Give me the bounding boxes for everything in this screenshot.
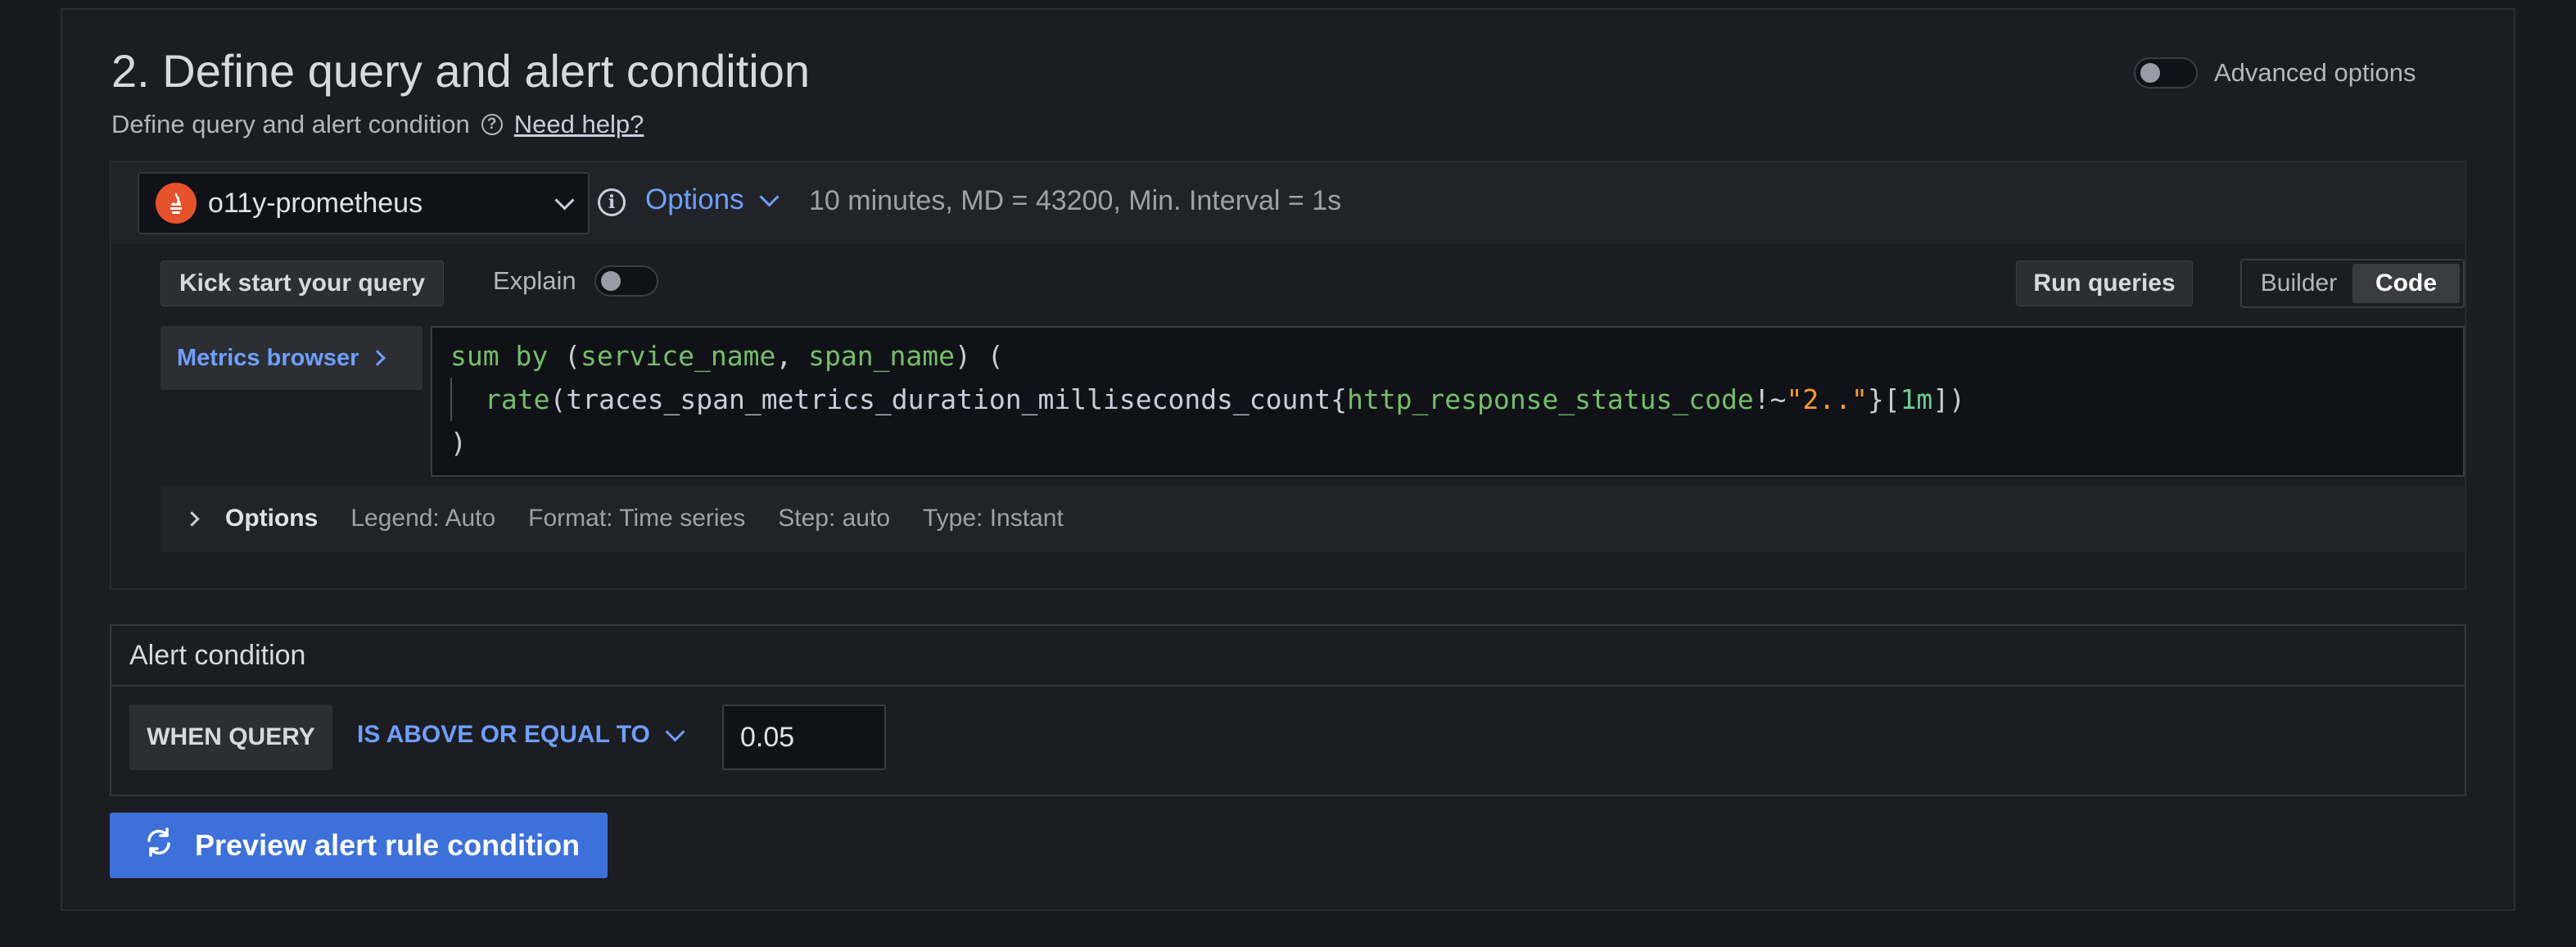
prometheus-icon xyxy=(156,183,197,224)
code-line-2: rate(traces_span_metrics_duration_millis… xyxy=(450,378,2463,421)
metrics-browser-label: Metrics browser xyxy=(177,344,359,371)
preview-button-label: Preview alert rule condition xyxy=(195,828,581,862)
run-queries-button[interactable]: Run queries xyxy=(2016,261,2193,306)
editor-mode-toggle[interactable]: Builder Code xyxy=(2240,259,2465,308)
query-options-summary: 10 minutes, MD = 43200, Min. Interval = … xyxy=(809,185,1342,216)
code-line-3: ) xyxy=(450,427,467,459)
evaluator-select[interactable]: IS ABOVE OR EQUAL TO xyxy=(357,721,685,749)
format-option: Format: Time series xyxy=(528,505,746,532)
toggle-switch[interactable] xyxy=(2134,57,2198,88)
evaluator-value: IS ABOVE OR EQUAL TO xyxy=(357,721,650,748)
chevron-down-icon xyxy=(759,186,780,207)
datasource-name: o11y-prometheus xyxy=(208,187,423,219)
toggle-switch[interactable] xyxy=(594,265,658,297)
legend-option: Legend: Auto xyxy=(350,505,496,532)
mode-code[interactable]: Code xyxy=(2352,264,2460,303)
threshold-input[interactable] xyxy=(722,705,886,770)
advanced-options-label: Advanced options xyxy=(2214,58,2416,87)
query-options-row[interactable]: Options Legend: Auto Format: Time series… xyxy=(160,485,2465,552)
datasource-picker[interactable]: o11y-prometheus xyxy=(138,172,590,234)
explain-toggle[interactable]: Explain xyxy=(493,265,658,297)
help-circle-icon: ? xyxy=(481,114,503,135)
query-code-editor[interactable]: sum by (service_name, span_name) ( rate(… xyxy=(431,326,2465,477)
options-label: Options xyxy=(645,184,744,215)
chevron-down-icon xyxy=(665,721,685,742)
mode-builder[interactable]: Builder xyxy=(2245,264,2352,303)
section-title: 2. Define query and alert condition xyxy=(111,45,810,97)
info-icon[interactable]: i xyxy=(598,188,626,216)
explain-label: Explain xyxy=(493,266,576,295)
need-help-link[interactable]: Need help? xyxy=(514,110,644,139)
query-options-toggle[interactable]: Options xyxy=(645,184,780,216)
metrics-browser-button[interactable]: Metrics browser xyxy=(160,326,423,390)
alert-condition-title: Alert condition xyxy=(111,626,2465,686)
code-line-1: sum by (service_name, span_name) ( xyxy=(450,340,1004,372)
preview-alert-button[interactable]: Preview alert rule condition xyxy=(110,813,608,878)
advanced-options-toggle[interactable]: Advanced options xyxy=(2134,57,2416,88)
chevron-right-icon xyxy=(184,510,200,527)
when-query-label: WHEN QUERY xyxy=(129,705,332,770)
subtitle-text: Define query and alert condition xyxy=(111,110,470,138)
type-option: Type: Instant xyxy=(923,505,1064,532)
chevron-down-icon xyxy=(554,189,575,211)
kick-start-button[interactable]: Kick start your query xyxy=(160,261,444,306)
section-subtitle: Define query and alert condition ? Need … xyxy=(111,110,644,139)
chevron-right-icon xyxy=(369,350,386,366)
options-row-label: Options xyxy=(225,505,319,532)
refresh-icon xyxy=(142,826,175,866)
step-option: Step: auto xyxy=(778,505,891,532)
